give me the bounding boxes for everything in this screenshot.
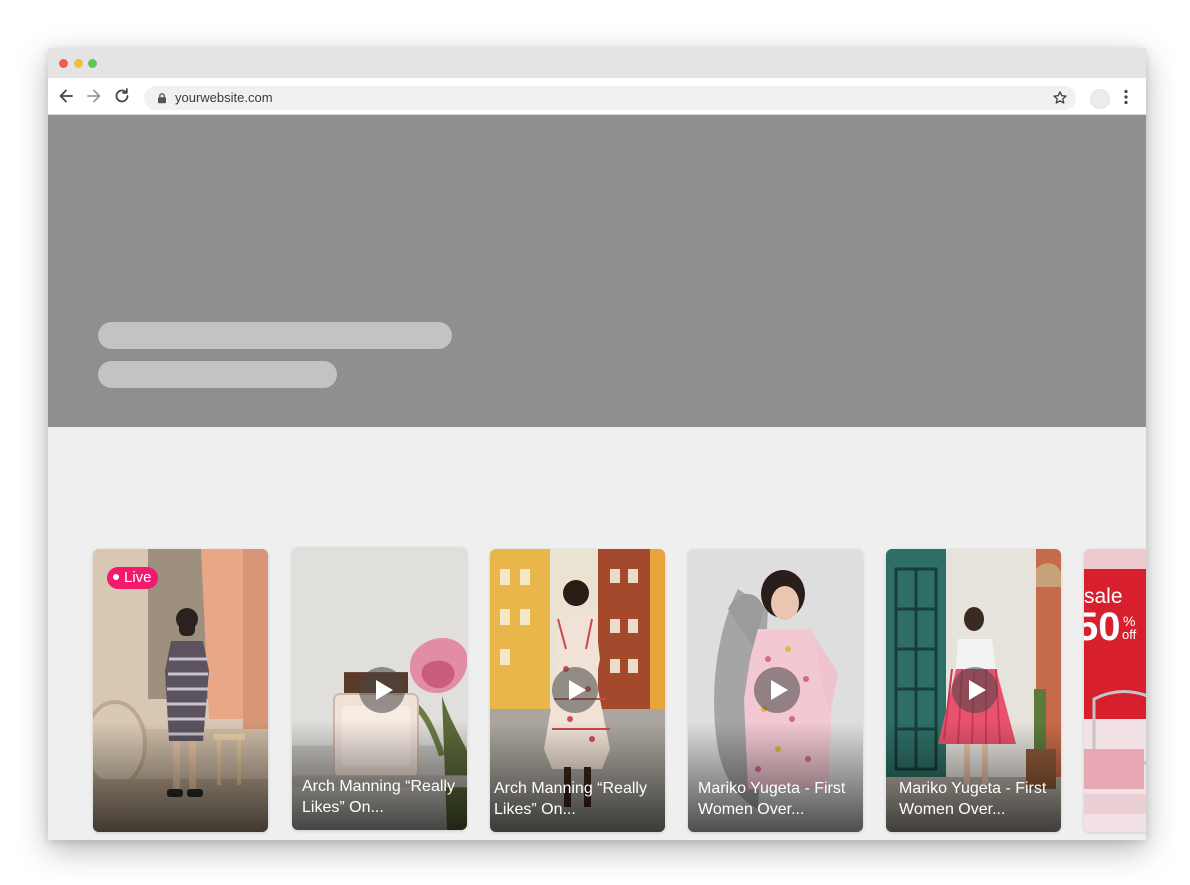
live-dot-icon <box>113 574 119 580</box>
video-card-live[interactable]: Live <box>93 549 268 832</box>
maximize-window-button[interactable] <box>88 59 97 68</box>
video-card[interactable]: Mariko Yugeta - First Women Over... <box>688 549 863 832</box>
play-icon <box>771 680 788 700</box>
live-badge: Live <box>107 567 158 589</box>
video-title: Mariko Yugeta - First Women Over... <box>899 780 1047 818</box>
arrow-right-icon[interactable] <box>84 86 104 106</box>
video-card[interactable]: Arch Manning “Really Likes” On... <box>490 549 665 832</box>
reload-icon[interactable] <box>112 86 132 106</box>
sale-sign-off: off <box>1122 627 1137 642</box>
play-icon <box>376 680 393 700</box>
video-title: Arch Manning “Really Likes” On... <box>494 780 647 818</box>
play-button[interactable] <box>359 667 405 713</box>
video-title: Arch Manning “Really Likes” On... <box>302 778 455 816</box>
play-button[interactable] <box>552 667 598 713</box>
address-bar[interactable]: yourwebsite.com <box>144 86 1076 110</box>
hero-subtitle-placeholder <box>98 361 337 388</box>
video-title: Mariko Yugeta - First Women Over... <box>698 780 846 818</box>
sale-sign-number: 50 <box>1084 605 1121 649</box>
video-card[interactable]: sale 50 % off <box>1084 549 1146 832</box>
video-carousel: Live Arch Manning “Really Likes” On... A… <box>48 427 1146 840</box>
video-card[interactable]: Arch Manning “Really Likes” On... <box>292 547 467 830</box>
kebab-menu-icon[interactable] <box>1116 88 1136 106</box>
close-window-button[interactable] <box>59 59 68 68</box>
play-button[interactable] <box>754 667 800 713</box>
play-icon <box>569 680 586 700</box>
play-button[interactable] <box>952 667 998 713</box>
browser-toolbar: yourwebsite.com <box>48 78 1146 115</box>
title-bar <box>48 48 1146 78</box>
live-badge-label: Live <box>124 569 152 586</box>
star-icon[interactable] <box>1052 90 1068 106</box>
arrow-left-icon[interactable] <box>56 86 76 106</box>
hero-title-placeholder <box>98 322 452 349</box>
browser-window: yourwebsite.com Live Arch Manning “Reall… <box>48 48 1146 840</box>
play-icon <box>969 680 986 700</box>
video-card[interactable]: Mariko Yugeta - First Women Over... <box>886 549 1061 832</box>
profile-avatar[interactable] <box>1090 89 1110 109</box>
hero-banner <box>48 115 1146 427</box>
caption-gradient <box>93 722 268 832</box>
minimize-window-button[interactable] <box>74 59 83 68</box>
url-text[interactable]: yourwebsite.com <box>175 90 273 106</box>
lock-icon <box>156 92 168 104</box>
